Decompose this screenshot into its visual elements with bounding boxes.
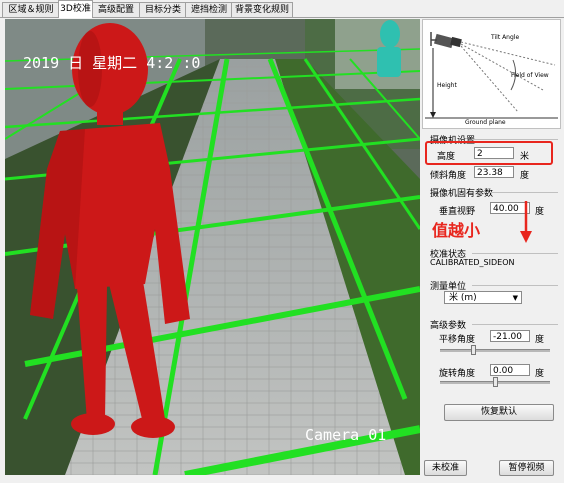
not-calibrated-button[interactable]: 未校准 (424, 460, 467, 476)
video-view[interactable]: 2019 日 星期二 4:2 :0 Camera 01 (5, 19, 420, 475)
measurement-unit-select[interactable]: 米 (m) ▼ (444, 291, 522, 304)
camera-diagram: Tilt Angle Field of View Height Ground p… (422, 19, 561, 129)
video-timestamp: 2019 日 星期二 4:2 :0 (23, 54, 201, 72)
tab-zones-rules[interactable]: 区域＆规则 (2, 2, 60, 17)
calibration-panel: Tilt Angle Field of View Height Ground p… (422, 19, 561, 479)
height-input[interactable]: 2 (474, 147, 514, 159)
calibration-status-value: CALIBRATED_SIDEON (430, 258, 515, 267)
tilt-unit: 度 (520, 171, 530, 181)
height-field-label: 高度 (437, 152, 456, 162)
tilt-field-label: 倾斜角度 (430, 171, 467, 181)
tab-occlusion-detection[interactable]: 遮挡检测 (185, 2, 233, 17)
pan-unit: 度 (535, 335, 545, 345)
fov-unit: 度 (535, 207, 545, 217)
tab-object-classification[interactable]: 目标分类 (139, 2, 187, 17)
tab-strip: 区域＆规则 3D校准 高级配置 目标分类 遮挡检测 背景变化规则 (0, 0, 564, 18)
tab-advanced-config[interactable]: 高级配置 (91, 2, 141, 17)
intrinsics-divider (490, 192, 558, 193)
tab-3d-calibration[interactable]: 3D校准 (58, 0, 93, 18)
height-unit: 米 (520, 152, 530, 162)
tilt-input[interactable]: 23.38 (474, 166, 514, 178)
tab-background-change-rules[interactable]: 背景变化规则 (231, 2, 293, 17)
restore-default-button[interactable]: 恢复默认 (444, 404, 554, 421)
value-smaller-annotation: 值越小 (432, 221, 481, 240)
roll-unit: 度 (535, 369, 545, 379)
advanced-params-title: 高级参数 (430, 321, 467, 331)
calibration-divider (472, 253, 558, 254)
camera-settings-divider (472, 139, 558, 140)
roll-field-label: 旋转角度 (439, 369, 476, 379)
pan-input[interactable]: -21.00 (490, 330, 530, 342)
fov-field-label: 垂直视野 (439, 207, 476, 217)
down-arrow-icon (520, 201, 532, 243)
height-label: Height (437, 82, 457, 89)
pause-video-button[interactable]: 暂停视频 (499, 460, 554, 476)
measurement-unit-selected: 米 (m) (449, 293, 477, 303)
field-of-view-label: Field of View (511, 72, 549, 79)
tilt-angle-label: Tilt Angle (491, 34, 520, 41)
video-scene (5, 19, 420, 475)
intrinsics-title: 摄像机固有参数 (430, 189, 494, 199)
pan-slider-thumb[interactable] (471, 345, 476, 355)
ground-plane-label: Ground plane (465, 119, 506, 126)
roll-slider-thumb[interactable] (493, 377, 498, 387)
pan-field-label: 平移角度 (439, 335, 476, 345)
pan-slider-track[interactable] (440, 349, 550, 352)
chevron-down-icon: ▼ (512, 294, 518, 302)
advanced-divider (472, 324, 558, 325)
roll-input[interactable]: 0.00 (490, 364, 530, 376)
camera-label: Camera 01 (305, 426, 387, 444)
measurement-divider (472, 285, 558, 286)
